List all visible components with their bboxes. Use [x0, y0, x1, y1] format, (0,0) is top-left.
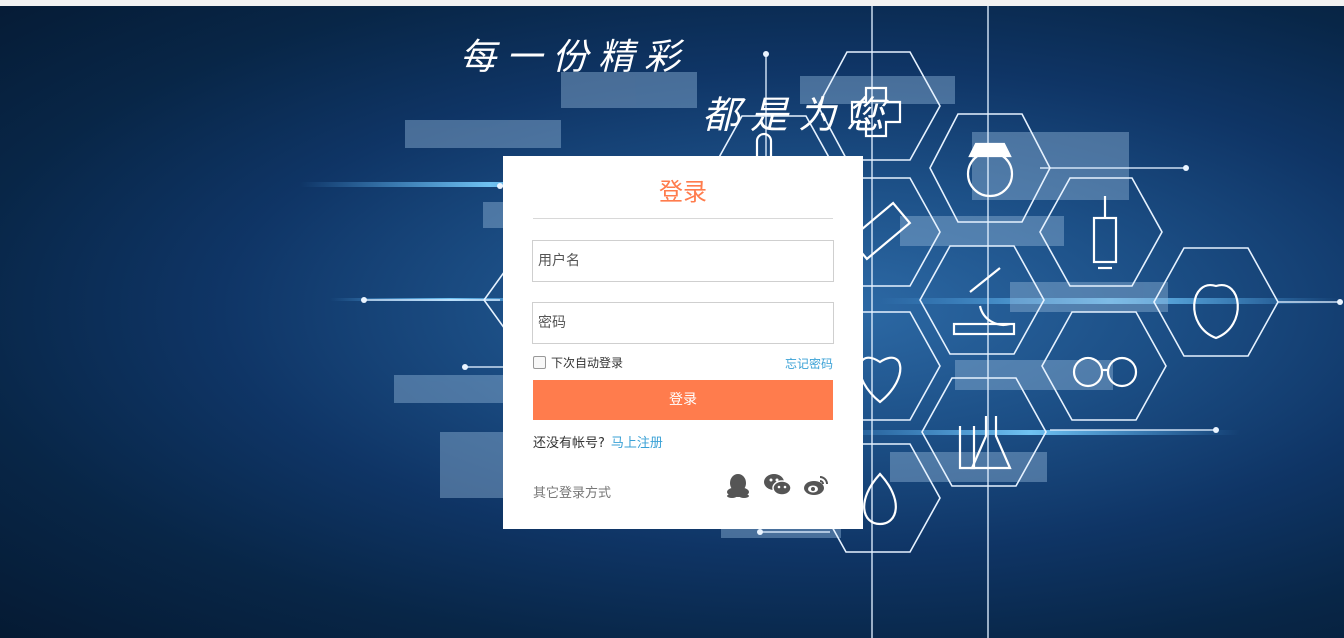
no-account-text: 还没有帐号? [533, 436, 605, 451]
weibo-icon[interactable] [803, 472, 829, 498]
other-login-label: 其它登录方式 [533, 486, 612, 501]
login-button[interactable]: 登录 [533, 380, 833, 420]
register-prompt: 还没有帐号? 马上注册 [533, 432, 663, 451]
remember-me[interactable]: 下次自动登录 [533, 354, 623, 371]
qq-icon[interactable] [725, 472, 751, 498]
slogan-line-2: 都是为您 [702, 93, 895, 137]
forgot-password-link[interactable]: 忘记密码 [785, 355, 833, 372]
register-link[interactable]: 马上注册 [611, 436, 663, 451]
social-login-icons [725, 472, 829, 498]
title-divider [533, 218, 833, 219]
login-card: 登录 下次自动登录 忘记密码 登录 还没有帐号? 马上注册 其它登录方式 [503, 156, 863, 529]
wechat-icon[interactable] [764, 472, 792, 498]
login-title: 登录 [659, 178, 707, 206]
remember-label: 下次自动登录 [551, 356, 624, 370]
username-input[interactable] [532, 240, 834, 282]
password-input[interactable] [532, 302, 834, 344]
slogan-line-1: 每一份精彩 [460, 37, 691, 78]
remember-checkbox[interactable] [533, 356, 546, 369]
